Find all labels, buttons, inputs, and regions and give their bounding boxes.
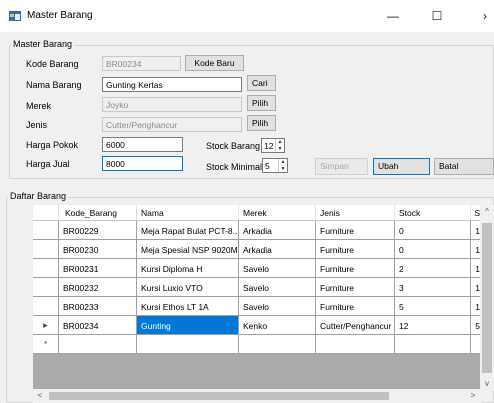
nama-barang-field[interactable]: Gunting Kertas — [102, 77, 242, 92]
row-header[interactable] — [33, 240, 59, 259]
stock-barang-down-icon[interactable]: ▼ — [276, 146, 284, 153]
row-header-new[interactable]: * — [33, 335, 59, 354]
kode-barang-field[interactable]: BR00234 — [102, 56, 181, 71]
vertical-scroll-thumb[interactable] — [482, 223, 492, 373]
stock-barang-spin-arrows[interactable]: ▲ ▼ — [275, 139, 284, 152]
cell-merek[interactable]: Savelo — [239, 278, 316, 297]
cell-nama[interactable]: Kursi Diploma H — [137, 259, 239, 278]
batal-button[interactable]: Batal — [434, 158, 494, 175]
scroll-right-icon[interactable]: > — [466, 389, 480, 403]
app-window-icon — [9, 11, 21, 21]
cell-stock[interactable]: 5 — [395, 297, 471, 316]
horizontal-scrollbar[interactable]: < > — [33, 389, 482, 403]
cell-kode-barang[interactable]: BR00234 — [59, 316, 137, 335]
harga-jual-label: Harga Jual — [26, 159, 70, 169]
cell-nama[interactable]: Kursi Luxio VTO — [137, 278, 239, 297]
nama-barang-label: Nama Barang — [26, 80, 82, 90]
cell-jenis[interactable]: Furniture — [316, 278, 395, 297]
cell-nama[interactable] — [137, 335, 239, 354]
cell-stock[interactable]: 0 — [395, 240, 471, 259]
cell-kode-barang[interactable]: BR00233 — [59, 297, 137, 316]
scroll-left-icon[interactable]: < — [33, 389, 47, 403]
column-header-merek[interactable]: Merek — [239, 205, 316, 221]
stock-minimal-value: 5 — [265, 161, 270, 171]
cell-nama-selected[interactable]: Gunting — [137, 316, 239, 335]
close-button[interactable]: › — [470, 6, 494, 26]
cell-stock[interactable]: 0 — [395, 221, 471, 240]
pilih-merek-button[interactable]: Pilih — [247, 95, 276, 111]
row-header[interactable] — [33, 259, 59, 278]
master-barang-group-label: Master Barang — [11, 39, 75, 49]
cell-jenis[interactable]: Furniture — [316, 297, 395, 316]
pilih-jenis-button[interactable]: Pilih — [247, 115, 276, 131]
cell-merek[interactable]: Arkadia — [239, 240, 316, 259]
column-header-kode-barang[interactable]: Kode_Barang — [59, 205, 137, 221]
row-header[interactable] — [33, 278, 59, 297]
cell-kode-barang[interactable]: BR00231 — [59, 259, 137, 278]
vertical-scrollbar[interactable]: ^ v — [480, 205, 494, 391]
stock-minimal-stepper[interactable]: 5 ▲ ▼ — [262, 158, 288, 173]
scroll-up-icon[interactable]: ^ — [480, 205, 494, 219]
cell-nama[interactable]: Kursi Ethos LT 1A — [137, 297, 239, 316]
barang-data-grid[interactable]: Kode_Barang Nama Merek Jenis Stock S BR0… — [33, 205, 482, 391]
cell-nama[interactable]: Meja Rapat Bulat PCT-8... — [137, 221, 239, 240]
column-header-jenis[interactable]: Jenis — [316, 205, 395, 221]
stock-barang-label: Stock Barang — [206, 141, 261, 151]
cell-jenis[interactable]: Furniture — [316, 240, 395, 259]
merek-label: Merek — [26, 101, 52, 111]
jenis-field[interactable]: Cutter/Penghancur — [102, 117, 242, 132]
cell-stock[interactable]: 3 — [395, 278, 471, 297]
minimize-button[interactable]: — — [378, 6, 408, 26]
cell-merek[interactable]: Savelo — [239, 297, 316, 316]
cell-jenis[interactable]: Furniture — [316, 221, 395, 240]
cell-kode-barang[interactable] — [59, 335, 137, 354]
cell-merek[interactable]: Savelo — [239, 259, 316, 278]
daftar-barang-group-label: Daftar Barang — [8, 191, 69, 201]
jenis-label: Jenis — [26, 120, 48, 130]
stock-minimal-spin-arrows[interactable]: ▲ ▼ — [278, 159, 287, 172]
cell-stock[interactable]: 2 — [395, 259, 471, 278]
kode-barang-label: Kode Barang — [26, 59, 79, 69]
row-header[interactable] — [33, 221, 59, 240]
stock-barang-stepper[interactable]: 12 ▲ ▼ — [261, 138, 285, 153]
cell-kode-barang[interactable]: BR00232 — [59, 278, 137, 297]
cell-nama[interactable]: Meja Spesial NSP 9020M — [137, 240, 239, 259]
grid-corner-header[interactable] — [33, 205, 59, 221]
simpan-button[interactable]: Simpan — [315, 158, 368, 175]
cell-jenis[interactable] — [316, 335, 395, 354]
cell-stock[interactable]: 12 — [395, 316, 471, 335]
kode-baru-button[interactable]: Kode Baru — [185, 55, 244, 71]
cell-jenis[interactable]: Cutter/Penghancur — [316, 316, 395, 335]
ubah-button[interactable]: Ubah — [373, 158, 430, 175]
cell-stock[interactable] — [395, 335, 471, 354]
column-header-stock[interactable]: Stock — [395, 205, 471, 221]
maximize-button[interactable]: ☐ — [422, 6, 452, 26]
harga-jual-field[interactable]: 8000 — [102, 156, 183, 171]
harga-pokok-label: Harga Pokok — [26, 140, 79, 150]
row-header-current[interactable]: ▸ — [33, 316, 59, 335]
cell-jenis[interactable]: Furniture — [316, 259, 395, 278]
stock-minimal-down-icon[interactable]: ▼ — [279, 166, 287, 173]
horizontal-scroll-thumb[interactable] — [49, 392, 389, 400]
column-header-nama[interactable]: Nama — [137, 205, 239, 221]
stock-barang-value: 12 — [264, 141, 274, 151]
stock-minimal-label: Stock Minimal — [206, 162, 263, 172]
cell-merek[interactable]: Kenko — [239, 316, 316, 335]
cell-kode-barang[interactable]: BR00230 — [59, 240, 137, 259]
cell-kode-barang[interactable]: BR00229 — [59, 221, 137, 240]
harga-pokok-field[interactable]: 6000 — [102, 137, 183, 152]
cell-merek[interactable]: Arkadia — [239, 221, 316, 240]
scroll-down-icon[interactable]: v — [480, 377, 494, 391]
row-header[interactable] — [33, 297, 59, 316]
merek-field[interactable]: Joyko — [102, 97, 242, 112]
cari-button[interactable]: Cari — [247, 75, 276, 91]
window-title: Master Barang — [27, 10, 93, 21]
cell-merek[interactable] — [239, 335, 316, 354]
